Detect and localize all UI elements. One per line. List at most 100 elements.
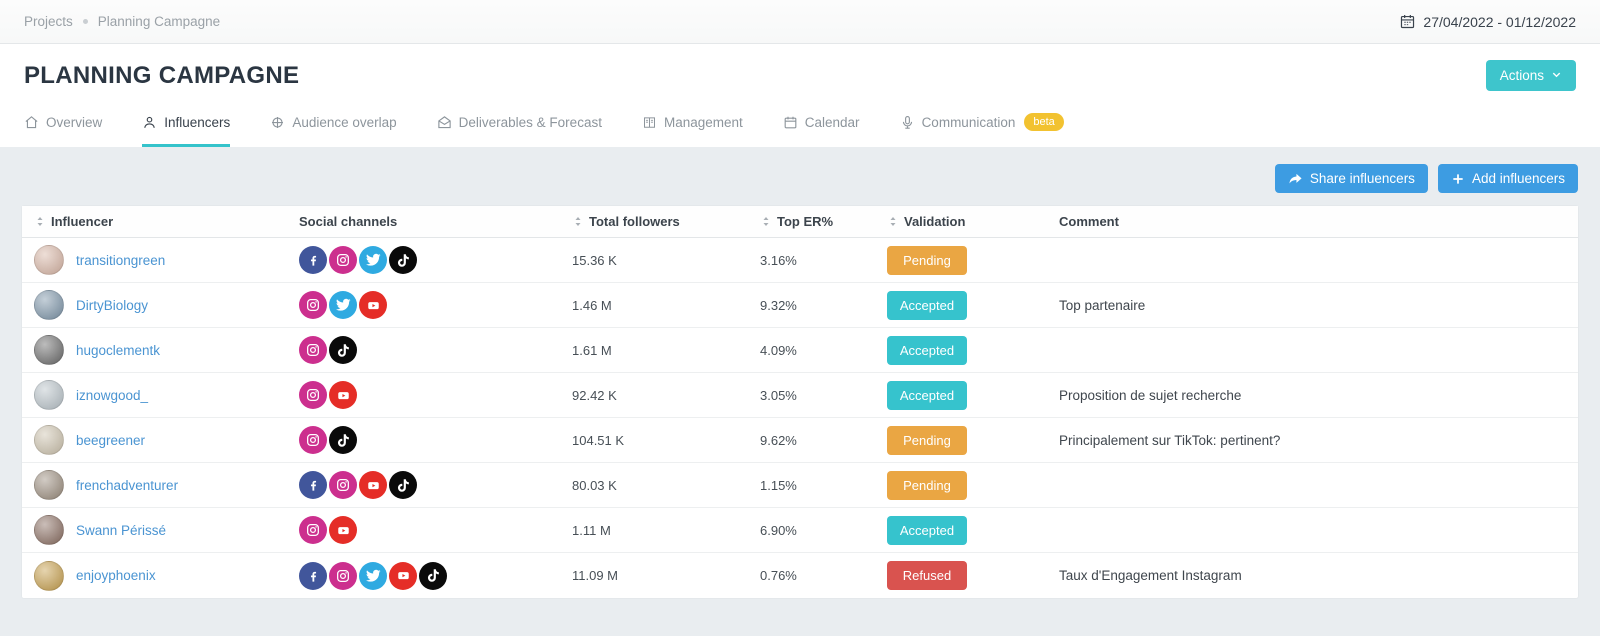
validation-badge[interactable]: Refused <box>887 561 967 590</box>
instagram-icon[interactable] <box>299 426 327 454</box>
youtube-icon[interactable] <box>389 561 417 590</box>
validation-badge[interactable]: Pending <box>887 425 967 455</box>
youtube-icon[interactable] <box>329 381 357 409</box>
social-channels-cell <box>287 246 560 274</box>
microphone-icon <box>900 115 915 130</box>
tab-calendar[interactable]: Calendar <box>783 113 860 147</box>
column-header-influencer[interactable]: Influencer <box>22 214 287 229</box>
total-followers-cell: 1.11 M <box>572 522 611 538</box>
user-icon <box>142 115 157 130</box>
breadcrumb-projects[interactable]: Projects <box>24 14 73 29</box>
column-header-social-channels: Social channels <box>287 214 560 229</box>
column-label: Total followers <box>589 214 680 229</box>
twitter-icon[interactable] <box>329 291 357 319</box>
tiktok-icon[interactable] <box>389 246 417 274</box>
total-followers-cell: 15.36 K <box>572 252 617 268</box>
validation-cell: Accepted <box>875 515 1047 545</box>
tab-communication[interactable]: Communication beta <box>900 113 1064 147</box>
avatar[interactable] <box>34 515 64 545</box>
sort-icon[interactable] <box>34 215 46 228</box>
column-header-validation[interactable]: Validation <box>875 214 1047 229</box>
avatar[interactable] <box>34 245 64 275</box>
social-channels-cell <box>287 426 560 454</box>
validation-badge[interactable]: Accepted <box>887 515 967 545</box>
youtube-icon[interactable] <box>359 471 387 499</box>
validation-badge[interactable]: Accepted <box>887 335 967 365</box>
avatar[interactable] <box>34 380 64 410</box>
actions-button[interactable]: Actions <box>1485 60 1576 91</box>
tab-influencers[interactable]: Influencers <box>142 113 231 147</box>
comment-text: Proposition de sujet recherche <box>1059 387 1242 403</box>
tab-management[interactable]: Management <box>642 113 743 147</box>
influencer-link[interactable]: hugoclementk <box>76 343 160 358</box>
sort-icon[interactable] <box>572 215 584 228</box>
column-header-comment: Comment <box>1047 214 1578 229</box>
avatar[interactable] <box>34 425 64 455</box>
instagram-icon[interactable] <box>329 471 357 499</box>
twitter-icon[interactable] <box>359 561 387 590</box>
facebook-icon[interactable] <box>299 246 327 274</box>
validation-badge[interactable]: Pending <box>887 245 967 275</box>
influencer-link[interactable]: transitiongreen <box>76 253 165 268</box>
top-er-cell: 9.62% <box>760 432 797 448</box>
twitter-icon[interactable] <box>359 246 387 274</box>
sort-icon[interactable] <box>760 215 772 228</box>
tab-overview[interactable]: Overview <box>24 113 102 147</box>
comment-cell[interactable]: Proposition de sujet recherche <box>1047 388 1578 403</box>
tiktok-icon[interactable] <box>419 561 447 590</box>
share-influencers-button[interactable]: Share influencers <box>1274 164 1428 193</box>
avatar[interactable] <box>34 560 64 591</box>
tiktok-icon[interactable] <box>329 426 357 454</box>
tab-label: Deliverables & Forecast <box>458 114 602 130</box>
date-range-text: 27/04/2022 - 01/12/2022 <box>1423 13 1576 30</box>
youtube-icon[interactable] <box>329 516 357 544</box>
tiktok-icon[interactable] <box>329 336 357 364</box>
instagram-icon[interactable] <box>299 381 327 409</box>
breadcrumb-current: Planning Campagne <box>97 14 221 29</box>
influencer-link[interactable]: Swann Périssé <box>76 523 166 538</box>
facebook-icon[interactable] <box>299 471 327 499</box>
facebook-icon[interactable] <box>299 561 327 590</box>
influencer-link[interactable]: iznowgood_ <box>76 388 148 403</box>
actions-button-label: Actions <box>1499 68 1544 83</box>
instagram-icon[interactable] <box>299 291 327 319</box>
influencers-toolbar: Share influencers Add influencers <box>22 147 1578 193</box>
instagram-icon[interactable] <box>329 246 357 274</box>
social-channels-cell <box>287 516 560 544</box>
tab-label: Communication <box>921 114 1016 130</box>
sort-icon[interactable] <box>887 215 899 228</box>
column-header-total-followers[interactable]: Total followers <box>560 214 748 229</box>
youtube-icon[interactable] <box>359 291 387 319</box>
validation-badge[interactable]: Accepted <box>887 290 967 320</box>
comment-cell[interactable]: Top partenaire <box>1047 298 1578 313</box>
instagram-icon[interactable] <box>329 561 357 590</box>
column-header-top-er[interactable]: Top ER% <box>748 214 875 229</box>
avatar[interactable] <box>34 335 64 365</box>
instagram-icon[interactable] <box>299 516 327 544</box>
comment-cell[interactable]: Principalement sur TikTok: pertinent? <box>1047 433 1578 448</box>
tiktok-icon[interactable] <box>389 471 417 499</box>
instagram-icon[interactable] <box>299 336 327 364</box>
validation-badge[interactable]: Accepted <box>887 380 967 410</box>
influencer-link[interactable]: enjoyphoenix <box>76 568 156 583</box>
total-followers-cell: 104.51 K <box>572 432 625 448</box>
book-icon <box>642 115 657 130</box>
campaign-date-range[interactable]: 27/04/2022 - 01/12/2022 <box>1399 13 1576 30</box>
plus-icon <box>1451 172 1465 186</box>
validation-badge[interactable]: Pending <box>887 470 967 500</box>
influencer-link[interactable]: beegreener <box>76 433 145 448</box>
social-channels-cell <box>287 336 560 364</box>
column-label: Top ER% <box>777 214 834 229</box>
table-row: hugoclementk 1.61 M 4.09% Accepted <box>22 328 1578 373</box>
tab-deliverables-forecast[interactable]: Deliverables & Forecast <box>437 113 602 147</box>
influencer-link[interactable]: frenchadventurer <box>76 478 178 493</box>
avatar[interactable] <box>34 290 64 320</box>
avatar[interactable] <box>34 470 64 500</box>
comment-cell[interactable]: Taux d'Engagement Instagram <box>1047 568 1578 583</box>
validation-cell: Accepted <box>875 290 1047 320</box>
tab-audience-overlap[interactable]: Audience overlap <box>270 113 397 147</box>
envelope-icon <box>437 115 452 130</box>
add-influencers-button[interactable]: Add influencers <box>1437 164 1578 193</box>
table-row: Swann Périssé 1.11 M 6.90% Accepted <box>22 508 1578 553</box>
influencer-link[interactable]: DirtyBiology <box>76 298 148 313</box>
